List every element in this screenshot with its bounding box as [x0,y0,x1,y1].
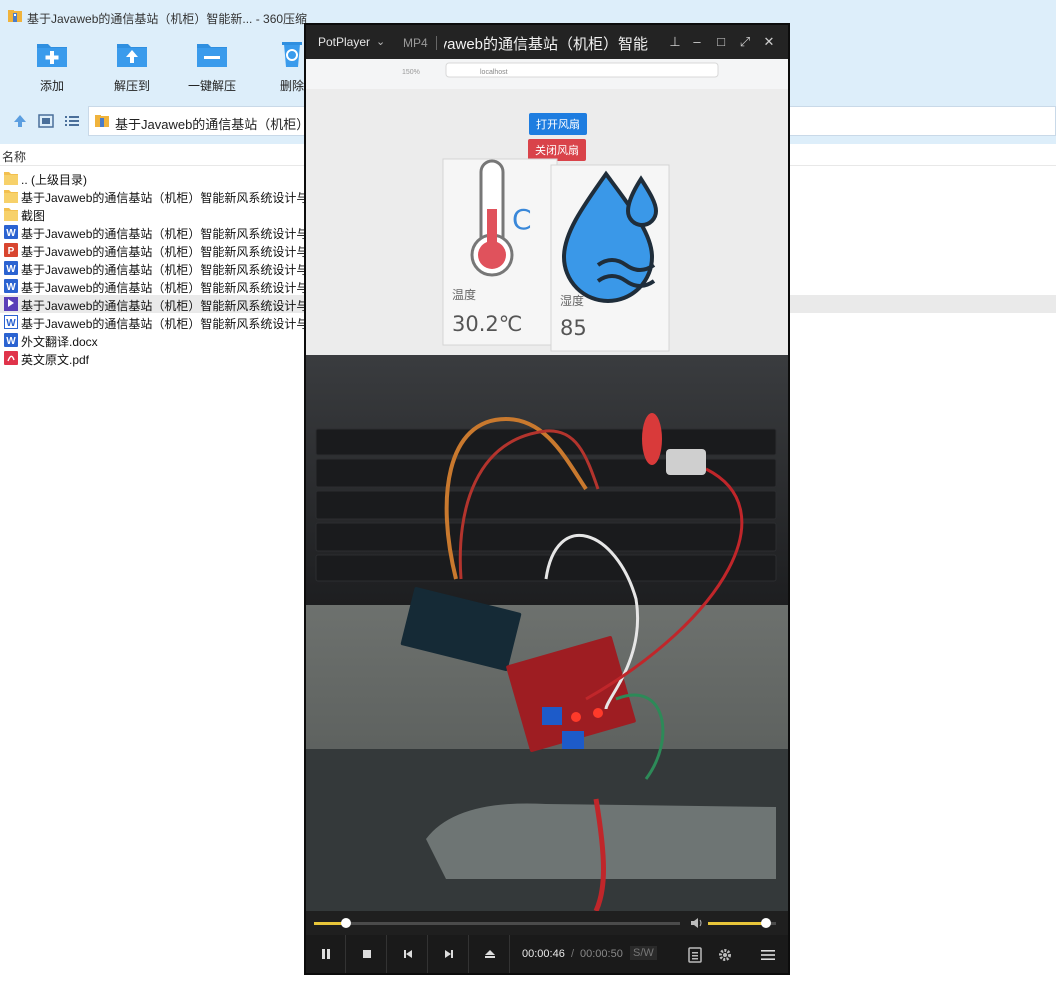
thumbnail-view-icon[interactable] [38,113,54,129]
keyboard-keys [315,428,777,582]
player-titlebar: PotPlayer ⌄ MP4 基于Javaweb的通信基站（机柜）智能 ⊥ –… [306,25,788,59]
previous-button[interactable] [388,935,428,973]
browser-zoom: 150% [402,69,420,76]
name-column-header[interactable]: 名称 [2,148,26,165]
current-time: 00:00:46 [522,948,565,960]
player-menu-button[interactable]: PotPlayer [318,35,370,49]
close-icon[interactable]: ✕ [760,33,778,51]
eject-button[interactable] [470,935,510,973]
eject-icon [485,950,495,958]
browser-url: localhost [480,69,508,76]
total-duration: 00:00:50 [580,948,623,960]
temperature-value: 30.2℃ [452,312,522,336]
player-controls: 00:00:46 / 00:00:50 S/W [306,935,788,973]
extract-to-button[interactable]: 解压到 [95,40,169,94]
archive-window-title: 基于Javaweb的通信基站（机柜）智能新... - 360压缩 [27,12,308,26]
word-document-icon: W [4,315,18,329]
fan-motor [666,449,706,475]
svg-text:W: W [6,318,16,329]
one-click-extract-button[interactable]: 一键解压 [175,40,249,94]
next-icon [445,950,453,958]
humidity-value: 85 [560,316,587,340]
add-button[interactable]: 添加 [15,40,89,94]
maximize-icon[interactable]: □ [712,33,730,51]
file-name: .. (上级目录) [21,173,87,187]
file-name: 基于Javaweb的通信基站（机柜）智能新风系统设计与 [21,281,309,295]
file-name: 基于Javaweb的通信基站（机柜）智能新风系统设计与 [21,227,309,241]
svg-text:W: W [6,264,16,275]
volume-slider[interactable] [708,918,776,928]
previous-icon [404,950,412,958]
extract-to-icon [117,44,147,67]
minimize-icon[interactable]: – [688,33,706,51]
volume-level [708,922,766,925]
playlist-icon[interactable] [687,947,703,963]
address-path: 基于Javaweb的通信基站（机柜）智 [115,117,323,132]
video-frame[interactable]: 150% localhost 打开风扇 关闭风扇 C 温度 30.2℃ 湿度 8… [306,59,788,911]
menu-icon[interactable] [760,947,776,963]
svg-text:P: P [8,246,15,257]
one-click-extract-icon [197,44,227,67]
word-document-icon: W [4,225,18,239]
pause-button[interactable] [306,935,346,973]
video-file-icon [4,297,18,311]
fullscreen-icon[interactable]: ⤢ [736,33,754,51]
svg-text:W: W [6,336,16,347]
extract-to-label: 解压到 [113,79,150,93]
player-seekbar-area [306,911,788,935]
pin-icon[interactable]: ⊥ [666,33,684,51]
powerpoint-icon: P [4,243,18,257]
volume-handle[interactable] [760,918,771,928]
add-label: 添加 [39,79,64,93]
archive-file-icon [95,115,109,127]
list-view-icon[interactable] [64,113,80,129]
word-document-icon: W [4,261,18,275]
folder-icon [4,190,18,203]
temperature-label: 温度 [452,287,476,302]
humidity-label: 湿度 [560,293,584,308]
open-fan-label: 打开风扇 [536,117,580,131]
sw-decoder-badge[interactable]: S/W [630,946,657,960]
file-name: 外文翻译.docx [21,335,98,349]
pause-icon [322,949,330,959]
svg-text:W: W [6,282,16,293]
seek-bar[interactable] [314,918,680,928]
stop-icon [363,950,371,958]
stop-button[interactable] [347,935,387,973]
seek-handle[interactable] [340,918,351,928]
file-name: 基于Javaweb的通信基站（机柜）智能新风系统设计与 [21,191,309,205]
pdf-icon [4,351,18,365]
gear-icon[interactable] [717,947,733,963]
file-name: 截图 [21,209,46,223]
word-document-icon: W [4,333,18,347]
volume-icon[interactable] [690,917,704,929]
file-name: 基于Javaweb的通信基站（机柜）智能新风系统设计与 [21,299,309,313]
close-fan-label: 关闭风扇 [535,143,579,157]
fan-blade [642,413,662,465]
file-name: 英文原文.pdf [21,353,90,367]
folder-icon [4,208,18,221]
svg-text:C: C [512,203,532,236]
file-name: 基于Javaweb的通信基站（机柜）智能新风系统设计与 [21,317,309,331]
folder-icon [4,172,18,185]
one-click-extract-label: 一键解压 [187,79,236,93]
archive-file-icon [8,10,22,22]
next-button[interactable] [429,935,469,973]
file-name: 基于Javaweb的通信基站（机柜）智能新风系统设计与 [21,245,309,259]
up-level-icon[interactable] [12,113,28,129]
word-document-icon: W [4,279,18,293]
title-divider [436,36,437,50]
add-folder-icon [37,44,67,67]
media-format-label: MP4 [403,36,428,50]
potplayer-window: PotPlayer ⌄ MP4 基于Javaweb的通信基站（机柜）智能 ⊥ –… [304,23,790,975]
svg-text:W: W [6,228,16,239]
video-scene: 150% localhost 打开风扇 关闭风扇 C 温度 30.2℃ 湿度 8… [306,59,788,911]
media-title: 基于Javaweb的通信基站（机柜）智能 [444,36,648,53]
chevron-down-icon[interactable]: ⌄ [376,35,385,48]
time-separator: / [571,948,575,960]
file-name: 基于Javaweb的通信基站（机柜）智能新风系统设计与 [21,263,309,277]
